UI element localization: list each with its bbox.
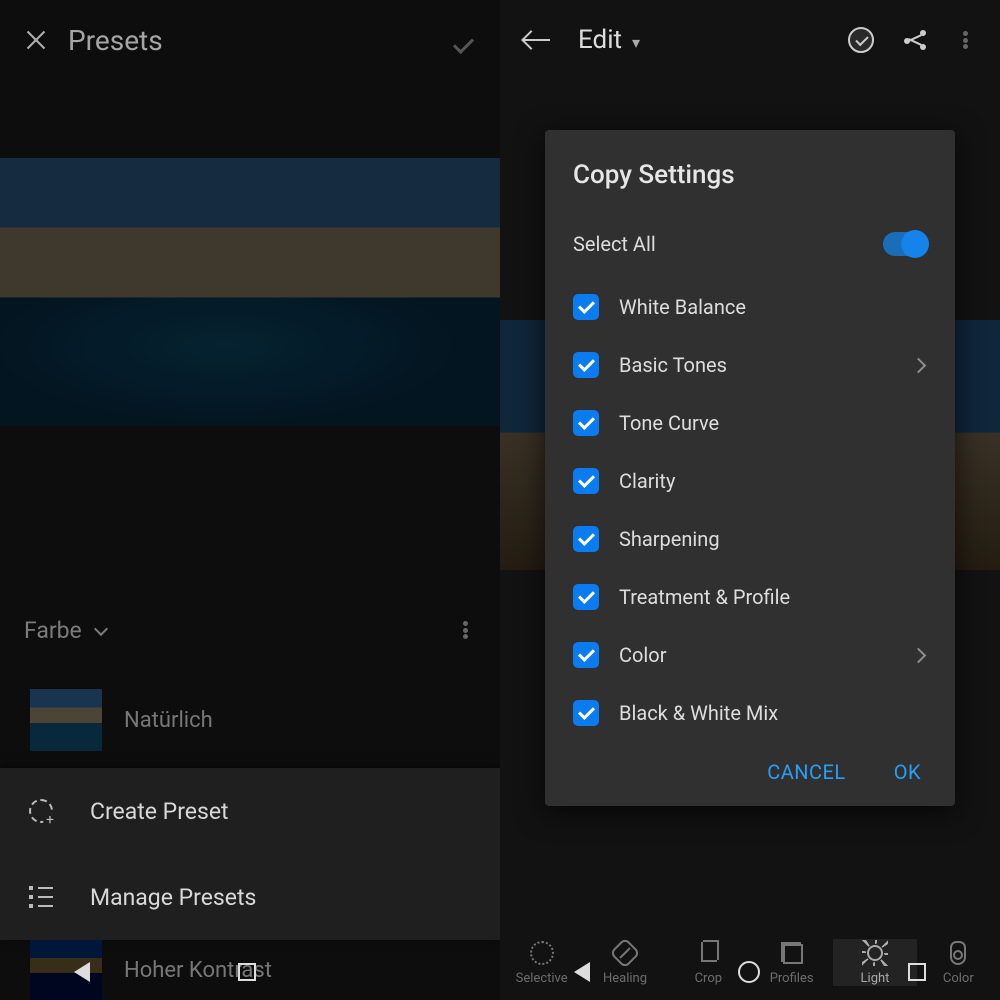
manage-presets-icon xyxy=(26,882,56,912)
setting-row[interactable]: Sharpening xyxy=(573,510,927,568)
chevron-down-icon xyxy=(94,622,110,638)
close-icon[interactable] xyxy=(24,28,48,52)
tool-label: Color xyxy=(943,971,974,986)
select-all-label: Select All xyxy=(573,232,883,256)
setting-label: Tone Curve xyxy=(619,411,927,435)
tool-label: Profiles xyxy=(770,971,814,986)
checkbox[interactable] xyxy=(573,468,599,494)
tool-label: Light xyxy=(861,971,890,986)
preset-item[interactable]: Natürlich xyxy=(0,680,500,760)
color-icon xyxy=(950,941,966,965)
tool-label: Healing xyxy=(603,971,647,986)
cancel-button[interactable]: CANCEL xyxy=(767,760,846,784)
setting-row[interactable]: Black & White Mix xyxy=(573,684,927,742)
setting-label: Color xyxy=(619,643,913,667)
review-icon[interactable] xyxy=(848,27,874,53)
checkbox[interactable] xyxy=(573,526,599,552)
tool-profiles[interactable]: Profiles xyxy=(750,939,833,986)
setting-label: Treatment & Profile xyxy=(619,585,927,609)
edit-topbar: Edit ▾ xyxy=(500,0,1000,80)
edit-title: Edit xyxy=(578,25,622,55)
select-all-row[interactable]: Select All xyxy=(573,218,927,270)
light-icon xyxy=(862,940,888,966)
checkbox[interactable] xyxy=(573,700,599,726)
tool-healing[interactable]: Healing xyxy=(583,939,666,986)
setting-label: Clarity xyxy=(619,469,927,493)
ok-button[interactable]: OK xyxy=(894,760,921,784)
chevron-right-icon[interactable] xyxy=(913,648,927,662)
create-preset-label: Create Preset xyxy=(90,798,229,825)
setting-row[interactable]: White Balance xyxy=(573,278,927,336)
preset-group-name: Farbe xyxy=(24,617,82,644)
dialog-actions: CANCEL OK xyxy=(573,742,927,788)
tool-light[interactable]: Light xyxy=(833,939,916,986)
share-icon[interactable] xyxy=(902,28,926,52)
preset-label: Hoher Kontrast xyxy=(124,958,272,983)
setting-label: Sharpening xyxy=(619,527,927,551)
checkbox[interactable] xyxy=(573,294,599,320)
preset-label: Natürlich xyxy=(124,708,213,733)
checkbox[interactable] xyxy=(573,410,599,436)
preset-action-sheet: Create Preset Manage Presets xyxy=(0,768,500,940)
setting-row[interactable]: Tone Curve xyxy=(573,394,927,452)
caret-down-icon: ▾ xyxy=(632,33,640,52)
manage-presets-label: Manage Presets xyxy=(90,884,256,911)
preset-thumb xyxy=(30,689,102,751)
profiles-icon xyxy=(781,942,803,964)
tool-crop[interactable]: Crop xyxy=(667,939,750,986)
tool-label: Selective xyxy=(516,971,568,986)
overflow-icon[interactable] xyxy=(954,29,976,51)
dialog-title: Copy Settings xyxy=(573,160,927,190)
manage-presets-item[interactable]: Manage Presets xyxy=(0,854,500,940)
setting-row[interactable]: Color xyxy=(573,626,927,684)
tool-label: Crop xyxy=(695,971,722,986)
setting-label: White Balance xyxy=(619,295,927,319)
tool-color[interactable]: Color xyxy=(917,939,1000,986)
select-all-toggle[interactable] xyxy=(883,232,927,256)
checkbox[interactable] xyxy=(573,352,599,378)
create-preset-icon xyxy=(26,796,56,826)
selective-icon xyxy=(530,941,554,965)
chevron-right-icon[interactable] xyxy=(913,358,927,372)
copy-settings-dialog: Copy Settings Select All White Balance B… xyxy=(545,130,955,806)
preset-thumb xyxy=(30,940,102,1000)
healing-icon xyxy=(609,937,640,968)
setting-label: Basic Tones xyxy=(619,353,913,377)
preset-item-peek[interactable]: Hoher Kontrast xyxy=(30,940,272,1000)
checkbox[interactable] xyxy=(573,584,599,610)
crop-icon xyxy=(697,942,719,964)
confirm-icon[interactable] xyxy=(448,26,476,54)
edit-toolbar: Selective Healing Crop Profiles Light Co… xyxy=(500,924,1000,1000)
setting-row[interactable]: Basic Tones xyxy=(573,336,927,394)
edit-menu[interactable]: Edit ▾ xyxy=(578,25,640,55)
back-icon[interactable] xyxy=(524,27,550,53)
checkbox[interactable] xyxy=(573,642,599,668)
setting-row[interactable]: Treatment & Profile xyxy=(573,568,927,626)
tool-selective[interactable]: Selective xyxy=(500,939,583,986)
preview-image xyxy=(0,158,500,426)
setting-label: Black & White Mix xyxy=(619,701,927,725)
setting-row[interactable]: Clarity xyxy=(573,452,927,510)
presets-screen: Presets Farbe Natürlich Create Preset Ma… xyxy=(0,0,500,1000)
preset-list: Natürlich xyxy=(0,680,500,760)
preset-group-row[interactable]: Farbe xyxy=(0,600,500,660)
more-icon[interactable] xyxy=(454,619,476,641)
create-preset-item[interactable]: Create Preset xyxy=(0,768,500,854)
